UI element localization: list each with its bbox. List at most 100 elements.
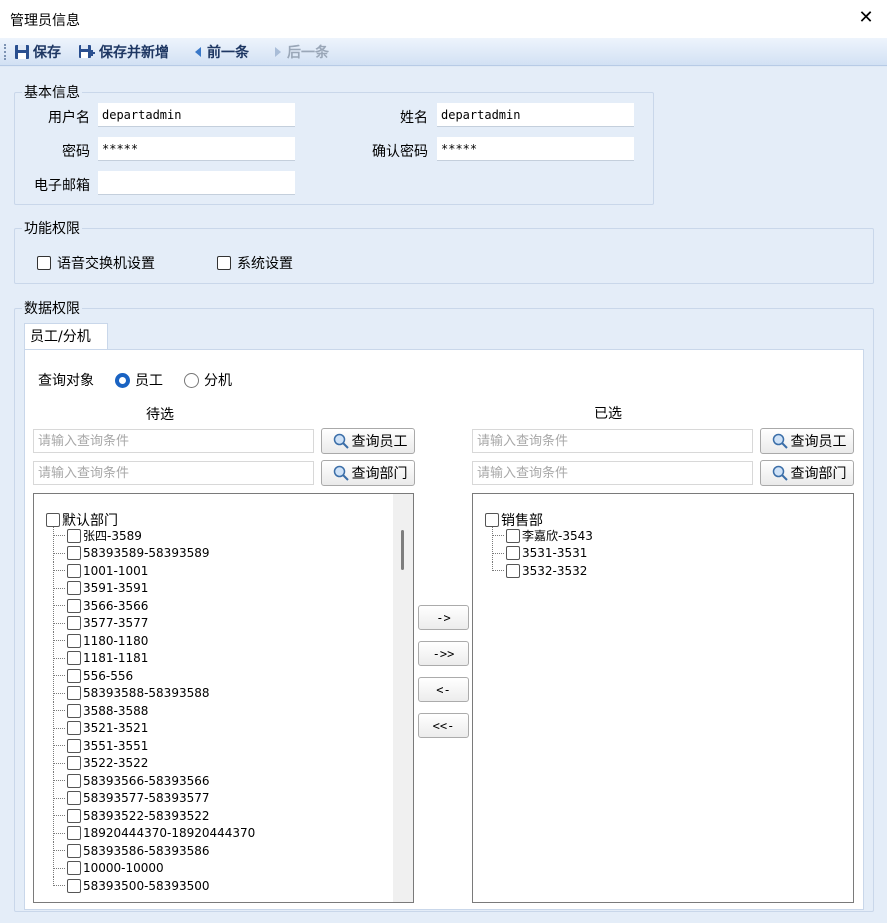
tree-checkbox[interactable] [67,791,81,805]
add-button[interactable]: -> [418,605,469,630]
name-field[interactable] [437,103,634,127]
tree-connector [53,667,67,684]
toolbar-grip[interactable] [4,44,7,60]
username-field[interactable] [98,103,295,127]
system-settings-checkbox[interactable]: 系统设置 [217,253,293,273]
pending-tree-item[interactable]: 3522-3522 [53,754,148,772]
pending-tree-scrollbar[interactable] [393,494,413,902]
pending-tree-item[interactable]: 3577-3577 [53,614,149,632]
next-button[interactable]: 后一条 [272,42,329,62]
tree-checkbox[interactable] [506,546,520,560]
remove-button[interactable]: <- [418,677,469,702]
scrollbar-thumb[interactable] [401,530,404,570]
query-employee-label: 查询员工 [790,434,847,450]
tab-employee-extension[interactable]: 员工/分机 [24,323,108,350]
pending-tree-item-label: 18920444370-18920444370 [83,826,256,840]
selected-tree-item-label: 3532-3532 [522,563,588,578]
remove-all-button[interactable]: <<- [418,713,469,738]
pending-employee-search-input[interactable] [33,429,314,453]
tree-checkbox[interactable] [67,598,81,613]
selected-tree-item[interactable]: 3531-3531 [492,544,588,562]
selected-query-dept-button[interactable]: 查询部门 [760,460,854,486]
tree-checkbox[interactable] [46,513,60,527]
pending-tree-item-label: 58393589-58393589 [83,546,210,560]
title-bar: 管理员信息 ✕ [0,0,887,38]
pending-tree-item[interactable]: 1181-1181 [53,649,148,667]
pending-query-dept-button[interactable]: 查询部门 [321,460,415,486]
tree-checkbox[interactable] [67,686,81,700]
tree-connector [53,789,67,807]
close-icon[interactable]: ✕ [855,6,877,30]
save-new-button[interactable]: 保存并新增 [78,42,169,62]
tree-checkbox[interactable] [67,773,81,788]
selected-tree-item-label: 3531-3531 [522,546,588,560]
voice-switch-checkbox[interactable]: 语音交换机设置 [37,253,155,273]
triangle-right-icon [275,47,281,57]
pending-tree-item[interactable]: 3588-3588 [53,702,148,719]
pending-tree-item[interactable]: 3591-3591 [53,579,148,597]
pending-tree-item[interactable]: 58393589-58393589 [53,544,210,562]
tree-checkbox[interactable] [67,808,81,823]
tree-connector [53,719,67,737]
triangle-left-icon [195,47,201,57]
pending-tree[interactable]: 默认部门 张四-3589 58393589-58393589 1001-1001 35… [33,493,414,903]
pending-tree-item[interactable]: 58393522-58393522 [53,807,210,824]
confirm-password-label: 确认密码 [372,144,428,160]
pending-tree-item[interactable]: 3521-3521 [53,719,148,737]
tree-checkbox[interactable] [67,738,81,753]
tree-checkbox[interactable] [67,826,81,840]
selected-dept-search-input[interactable] [472,461,753,485]
password-field[interactable] [98,137,295,161]
selected-tree-item[interactable]: 李嘉欣-3543 [492,527,593,544]
pending-tree-item-label: 3577-3577 [83,616,149,630]
tree-checkbox[interactable] [67,861,81,875]
save-button[interactable]: 保存 [14,42,61,62]
tree-connector [53,649,67,667]
pending-query-employee-button[interactable]: 查询员工 [321,428,415,454]
radio-employee[interactable]: 员工 [115,370,163,390]
query-dept-label: 查询部门 [790,466,847,482]
prev-button[interactable]: 前一条 [192,42,249,62]
pending-tree-item[interactable]: 58393577-58393577 [53,789,210,807]
pending-tree-item[interactable]: 556-556 [53,667,133,684]
tree-connector [53,754,67,772]
pending-tree-item[interactable]: 1180-1180 [53,632,148,649]
pending-tree-item[interactable]: 3551-3551 [53,737,148,754]
pending-tree-item[interactable]: 58393500-58393500 [53,877,210,894]
email-field[interactable] [98,171,295,195]
pending-tree-item[interactable]: 1001-1001 [53,562,148,579]
radio-extension[interactable]: 分机 [184,370,232,390]
pending-tree-item[interactable]: 18920444370-18920444370 [53,824,256,842]
pending-dept-search-input[interactable] [33,461,314,485]
tree-checkbox[interactable] [67,721,81,735]
tree-checkbox[interactable] [67,703,81,718]
tree-checkbox[interactable] [67,651,81,665]
pending-tree-item[interactable]: 58393586-58393586 [53,842,210,859]
pending-tree-item[interactable]: 张四-3589 [53,527,142,544]
search-icon [772,433,788,449]
next-label: 后一条 [287,45,329,61]
pending-tree-item[interactable]: 58393566-58393566 [53,772,210,789]
confirm-password-field[interactable] [437,137,634,161]
tree-checkbox[interactable] [67,843,81,858]
tree-checkbox[interactable] [67,668,81,683]
tree-checkbox[interactable] [67,616,81,630]
selected-tree[interactable]: 销售部 李嘉欣-3543 3531-3531 3532-3532 [472,493,854,903]
tree-checkbox[interactable] [506,528,520,543]
tree-checkbox[interactable] [506,563,520,578]
pending-tree-item[interactable]: 3566-3566 [53,597,148,614]
tree-checkbox[interactable] [67,581,81,595]
tree-checkbox[interactable] [67,546,81,560]
pending-tree-item[interactable]: 58393588-58393588 [53,684,210,702]
tree-checkbox[interactable] [67,756,81,770]
selected-employee-search-input[interactable] [472,429,753,453]
add-all-button[interactable]: ->> [418,641,469,666]
tree-checkbox[interactable] [67,563,81,578]
selected-tree-item[interactable]: 3532-3532 [492,562,587,579]
tree-checkbox[interactable] [485,513,499,527]
selected-query-employee-button[interactable]: 查询员工 [760,428,854,454]
pending-tree-item[interactable]: 10000-10000 [53,859,164,877]
tree-checkbox[interactable] [67,528,81,543]
tree-checkbox[interactable] [67,878,81,893]
tree-checkbox[interactable] [67,633,81,648]
